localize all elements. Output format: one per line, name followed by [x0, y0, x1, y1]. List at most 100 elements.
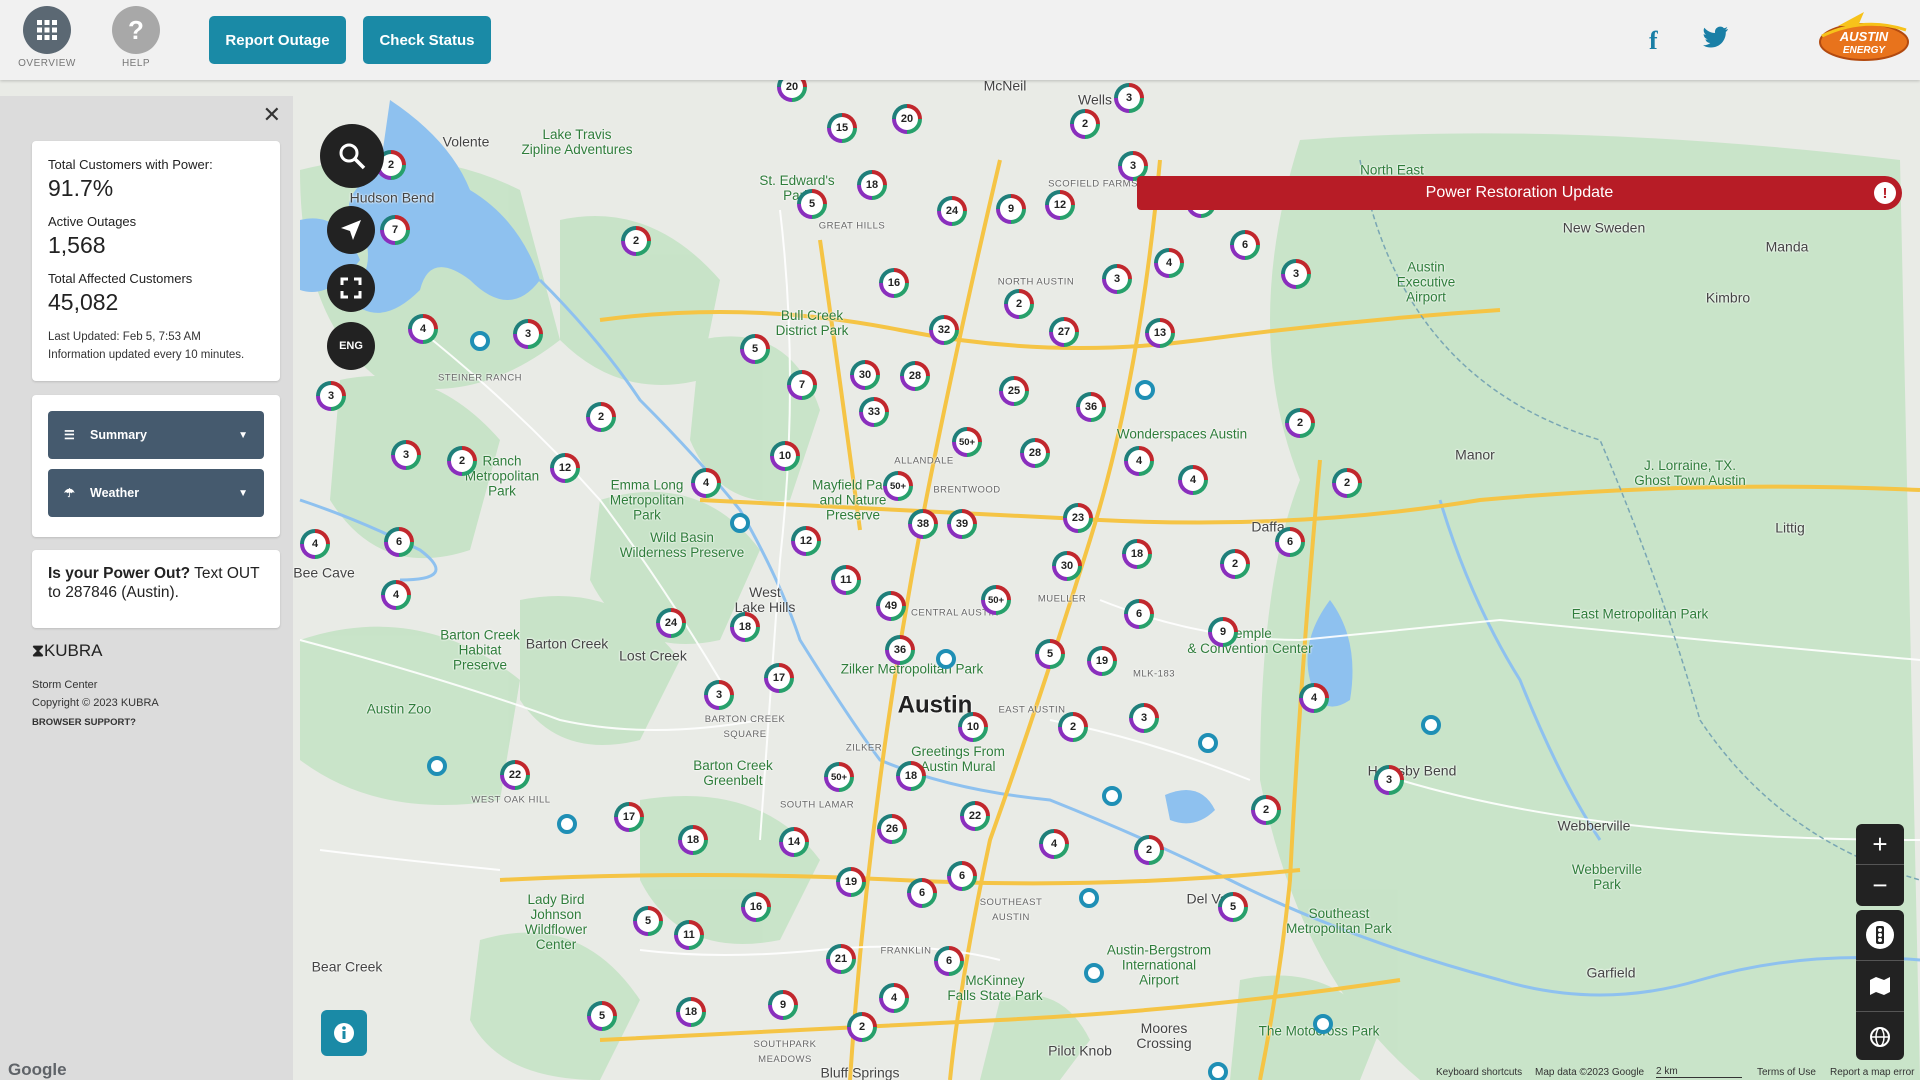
outage-cluster-marker[interactable]: 7	[380, 215, 410, 245]
locate-button[interactable]	[327, 206, 375, 254]
outage-cluster-marker[interactable]: 4	[300, 529, 330, 559]
outage-cluster-marker[interactable]: 4	[1299, 683, 1329, 713]
outage-area-marker[interactable]	[1313, 1014, 1333, 1034]
outage-cluster-marker[interactable]: 28	[1020, 438, 1050, 468]
search-button[interactable]	[320, 124, 384, 188]
outage-cluster-marker[interactable]: 11	[831, 565, 861, 595]
twitter-icon[interactable]	[1703, 24, 1729, 55]
outage-cluster-marker[interactable]: 10	[958, 712, 988, 742]
outage-cluster-marker[interactable]: 50+	[824, 762, 854, 792]
keyboard-shortcuts-link[interactable]: Keyboard shortcuts	[1436, 1067, 1522, 1078]
outage-cluster-marker[interactable]: 3	[1374, 765, 1404, 795]
outage-cluster-marker[interactable]: 6	[1230, 230, 1260, 260]
outage-cluster-marker[interactable]: 17	[614, 802, 644, 832]
outage-cluster-marker[interactable]: 15	[827, 113, 857, 143]
outage-cluster-marker[interactable]: 17	[764, 663, 794, 693]
outage-cluster-marker[interactable]: 25	[999, 376, 1029, 406]
outage-cluster-marker[interactable]: 12	[1045, 190, 1075, 220]
outage-cluster-marker[interactable]: 9	[996, 194, 1026, 224]
outage-cluster-marker[interactable]: 4	[1124, 446, 1154, 476]
outage-area-marker[interactable]	[1421, 715, 1441, 735]
outage-cluster-marker[interactable]: 21	[826, 944, 856, 974]
outage-cluster-marker[interactable]: 24	[656, 608, 686, 638]
outage-cluster-marker[interactable]: 2	[1004, 289, 1034, 319]
outage-cluster-marker[interactable]: 4	[381, 580, 411, 610]
facebook-icon[interactable]: f	[1649, 26, 1658, 56]
outage-cluster-marker[interactable]: 6	[907, 878, 937, 908]
close-icon[interactable]: ✕	[263, 102, 281, 128]
report-outage-button[interactable]: Report Outage	[209, 16, 346, 64]
outage-cluster-marker[interactable]: 2	[1220, 549, 1250, 579]
outage-cluster-marker[interactable]: 3	[316, 381, 346, 411]
outage-cluster-marker[interactable]: 5	[1035, 639, 1065, 669]
info-button[interactable]	[321, 1010, 367, 1056]
outage-cluster-marker[interactable]: 3	[1129, 703, 1159, 733]
austin-energy-logo[interactable]: AUSTIN ENERGY	[1818, 8, 1910, 66]
outage-cluster-marker[interactable]: 18	[730, 612, 760, 642]
outage-cluster-marker[interactable]: 24	[937, 196, 967, 226]
outage-cluster-marker[interactable]: 18	[676, 997, 706, 1027]
outage-cluster-marker[interactable]: 30	[1052, 551, 1082, 581]
outage-cluster-marker[interactable]: 5	[1218, 892, 1248, 922]
outage-area-marker[interactable]	[427, 756, 447, 776]
summary-dropdown[interactable]: ☰ Summary ▼	[48, 411, 264, 459]
outage-cluster-marker[interactable]: 12	[550, 453, 580, 483]
outage-cluster-marker[interactable]: 6	[384, 527, 414, 557]
outage-cluster-marker[interactable]: 18	[896, 761, 926, 791]
terms-link[interactable]: Terms of Use	[1757, 1067, 1816, 1078]
outage-cluster-marker[interactable]: 5	[633, 906, 663, 936]
globe-button[interactable]	[1856, 1011, 1904, 1062]
map-type-button[interactable]	[1856, 960, 1904, 1011]
outage-cluster-marker[interactable]: 5	[797, 189, 827, 219]
outage-cluster-marker[interactable]: 14	[779, 827, 809, 857]
outage-cluster-marker[interactable]: 13	[1145, 318, 1175, 348]
outage-area-marker[interactable]	[1084, 963, 1104, 983]
outage-cluster-marker[interactable]: 3	[704, 680, 734, 710]
outage-cluster-marker[interactable]: 4	[691, 468, 721, 498]
outage-area-marker[interactable]	[1079, 888, 1099, 908]
check-status-button[interactable]: Check Status	[363, 16, 491, 64]
outage-cluster-marker[interactable]: 10	[770, 441, 800, 471]
zoom-in-button[interactable]: +	[1856, 824, 1904, 864]
outage-cluster-marker[interactable]: 3	[1281, 259, 1311, 289]
outage-cluster-marker[interactable]: 4	[1178, 465, 1208, 495]
outage-cluster-marker[interactable]: 19	[836, 867, 866, 897]
help-button[interactable]: ? HELP	[106, 6, 166, 69]
zoom-out-button[interactable]: −	[1856, 864, 1904, 905]
outage-cluster-marker[interactable]: 3	[513, 319, 543, 349]
outage-cluster-marker[interactable]: 18	[1122, 539, 1152, 569]
outage-cluster-marker[interactable]: 2	[847, 1012, 877, 1042]
outage-cluster-marker[interactable]: 38	[908, 509, 938, 539]
outage-cluster-marker[interactable]: 20	[892, 104, 922, 134]
outage-cluster-marker[interactable]: 30	[850, 360, 880, 390]
outage-cluster-marker[interactable]: 32	[929, 315, 959, 345]
outage-cluster-marker[interactable]: 4	[408, 314, 438, 344]
outage-cluster-marker[interactable]: 22	[960, 801, 990, 831]
report-map-error-link[interactable]: Report a map error	[1830, 1067, 1914, 1078]
traffic-layer-button[interactable]	[1856, 910, 1904, 960]
outage-cluster-marker[interactable]: 18	[678, 825, 708, 855]
outage-cluster-marker[interactable]: 4	[1039, 829, 1069, 859]
outage-cluster-marker[interactable]: 3	[391, 440, 421, 470]
outage-cluster-marker[interactable]: 2	[1285, 408, 1315, 438]
outage-cluster-marker[interactable]: 50+	[952, 427, 982, 457]
outage-cluster-marker[interactable]: 16	[741, 892, 771, 922]
outage-cluster-marker[interactable]: 18	[857, 170, 887, 200]
browser-support-link[interactable]: BROWSER SUPPORT?	[32, 714, 159, 732]
outage-cluster-marker[interactable]: 50+	[883, 471, 913, 501]
outage-cluster-marker[interactable]: 2	[1251, 795, 1281, 825]
outage-area-marker[interactable]	[557, 814, 577, 834]
outage-cluster-marker[interactable]: 2	[1058, 712, 1088, 742]
outage-cluster-marker[interactable]: 28	[900, 361, 930, 391]
weather-dropdown[interactable]: ☂ Weather ▼	[48, 469, 264, 517]
outage-cluster-marker[interactable]: 33	[859, 397, 889, 427]
outage-cluster-marker[interactable]: 5	[587, 1001, 617, 1031]
outage-area-marker[interactable]	[1198, 733, 1218, 753]
power-restoration-banner[interactable]: Power Restoration Update !	[1137, 176, 1902, 210]
outage-cluster-marker[interactable]: 3	[1114, 83, 1144, 113]
outage-area-marker[interactable]	[1208, 1062, 1228, 1080]
outage-cluster-marker[interactable]: 6	[1124, 599, 1154, 629]
outage-cluster-marker[interactable]: 2	[621, 226, 651, 256]
outage-cluster-marker[interactable]: 4	[1154, 248, 1184, 278]
outage-cluster-marker[interactable]: 16	[879, 268, 909, 298]
